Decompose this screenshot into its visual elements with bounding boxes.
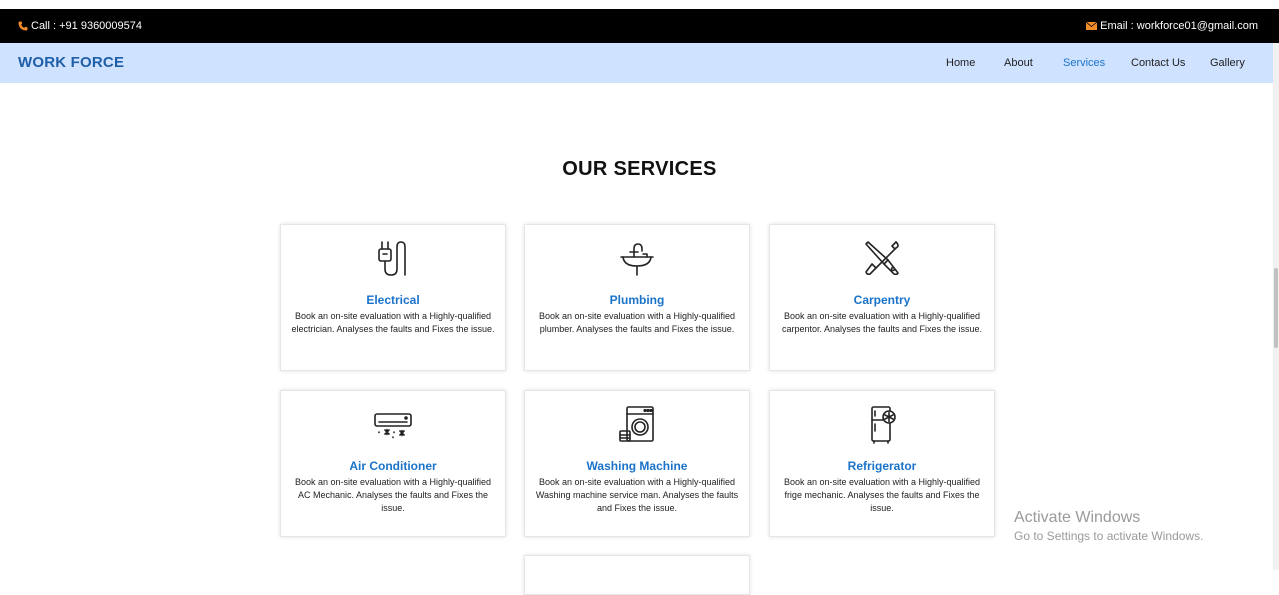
watermark-title: Activate Windows [1014, 509, 1141, 526]
service-card-plumbing[interactable]: Plumbing Book an on-site evaluation with… [524, 224, 750, 371]
service-card-washing-machine[interactable]: Washing Machine Book an on-site evaluati… [524, 390, 750, 537]
washing-machine-icon [619, 406, 654, 442]
page-scrollbar[interactable] [1273, 43, 1279, 570]
tools-icon [865, 241, 899, 276]
call-info[interactable]: Call : +91 9360009574 [18, 9, 142, 43]
card-description: Book an on-site evaluation with a Highly… [294, 477, 492, 513]
plug-icon [378, 241, 406, 276]
contact-topbar: Call : +91 9360009574 Email : workforce0… [0, 9, 1279, 43]
windows-activation-watermark: Activate Windows Go to Settings to activ… [1014, 509, 1203, 543]
card-description: Book an on-site evaluation with a Highly… [535, 477, 739, 513]
nav-contact-us[interactable]: Contact Us [1131, 43, 1185, 83]
refrigerator-icon [871, 406, 896, 444]
card-description: Book an on-site evaluation with a Highly… [783, 477, 981, 513]
card-title: Air Conditioner [349, 459, 437, 473]
card-title: Refrigerator [847, 459, 917, 473]
service-card-carpentry[interactable]: Carpentry Book an on-site evaluation wit… [769, 224, 995, 371]
nav-about[interactable]: About [1004, 43, 1033, 83]
main-navbar: WORK FORCE Home About Services Contact U… [0, 43, 1279, 83]
card-description: Book an on-site evaluation with a Highly… [538, 311, 736, 334]
card-description: Book an on-site evaluation with a Highly… [781, 311, 983, 334]
service-card-refrigerator[interactable]: Refrigerator Book an on-site evaluation … [769, 390, 995, 537]
scrollbar-thumb[interactable] [1274, 268, 1278, 348]
sink-icon [620, 243, 654, 276]
nav-gallery[interactable]: Gallery [1210, 43, 1245, 83]
email-info[interactable]: Email : workforce01@gmail.com [1086, 9, 1258, 43]
nav-home[interactable]: Home [946, 43, 975, 83]
top-strip [0, 0, 1279, 9]
call-text: Call : +91 9360009574 [31, 20, 143, 32]
email-text: Email : workforce01@gmail.com [1100, 20, 1258, 32]
brand-logo[interactable]: WORK FORCE [18, 43, 124, 83]
phone-icon [18, 21, 28, 31]
card-title: Washing Machine [586, 459, 688, 473]
card-title: Electrical [366, 293, 420, 307]
watermark-subtitle: Go to Settings to activate Windows. [1014, 529, 1204, 543]
service-card-partial[interactable] [524, 555, 750, 595]
card-title: Carpentry [853, 293, 911, 307]
service-card-air-conditioner[interactable]: Air Conditioner Book an on-site evaluati… [280, 390, 506, 537]
service-card-electrical[interactable]: Electrical Book an on-site evaluation wi… [280, 224, 506, 371]
air-conditioner-icon [374, 413, 412, 439]
mail-icon [1086, 22, 1098, 30]
section-title: OUR SERVICES [562, 158, 717, 180]
card-description: Book an on-site evaluation with a Highly… [291, 311, 495, 334]
nav-services[interactable]: Services [1063, 43, 1105, 83]
card-title: Plumbing [609, 293, 665, 307]
